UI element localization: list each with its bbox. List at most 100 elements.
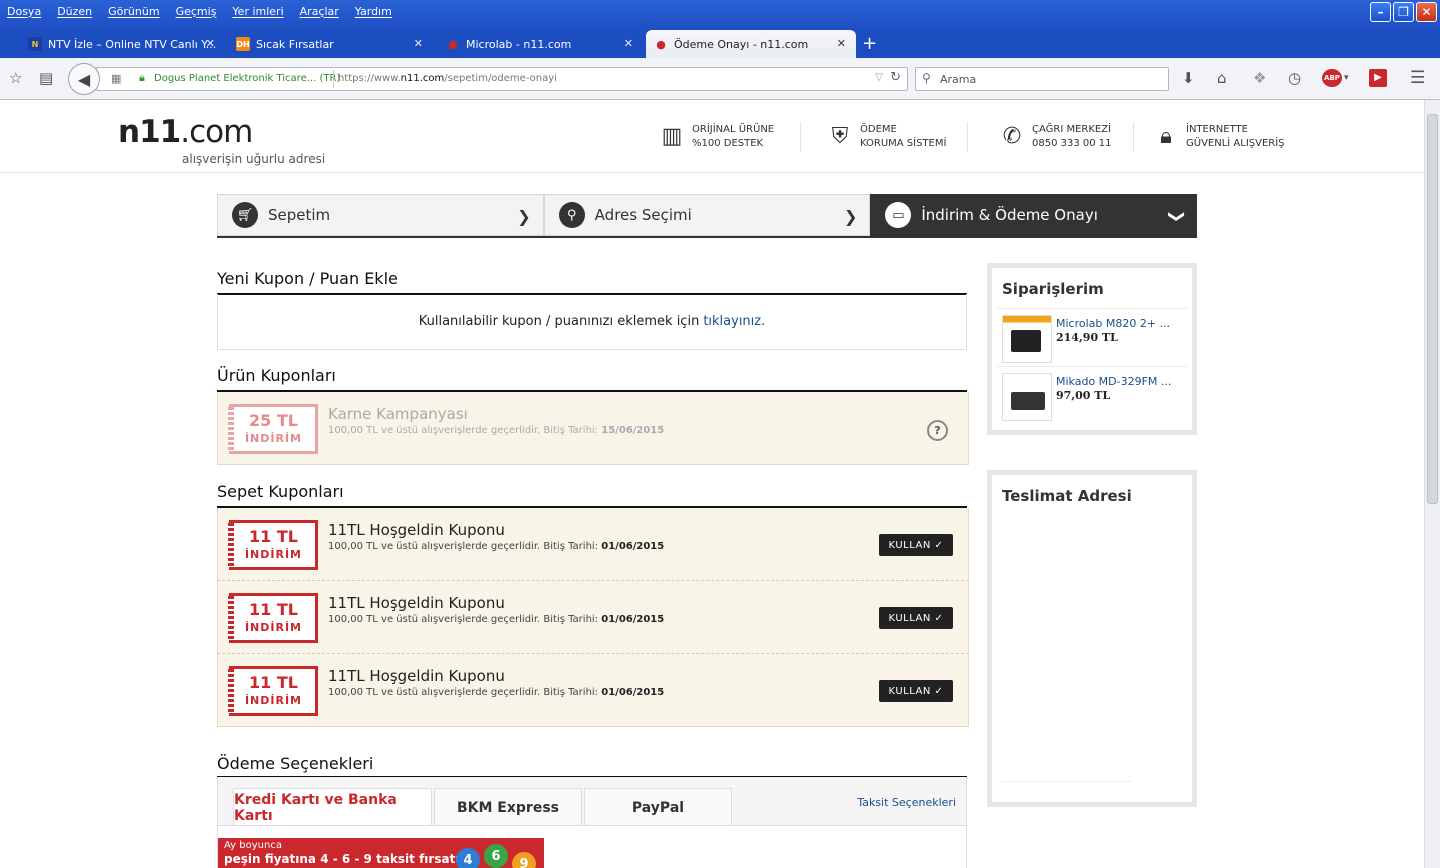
order-price: 97,00 TL <box>1056 389 1111 402</box>
close-window-button[interactable]: ✕ <box>1416 2 1437 22</box>
tab-microlab[interactable]: ● Microlab - n11.com ✕ <box>438 30 643 58</box>
coupon-desc-text: 100,00 TL ve üstü alışverişlerde geçerli… <box>328 541 599 552</box>
kullan-button[interactable]: KULLAN ✓ <box>879 680 953 702</box>
close-tab-icon[interactable]: ✕ <box>837 37 846 50</box>
ladybug-favicon-icon: ● <box>448 37 458 51</box>
order-item[interactable]: Microlab M820 2+ ... 214,90 TL <box>997 308 1187 366</box>
search-input[interactable]: ⚲ Arama <box>915 67 1169 91</box>
menu-yer-imleri[interactable]: Yer imleri <box>232 5 283 18</box>
menu-gecmis[interactable]: Geçmiş <box>176 5 217 18</box>
order-product-name[interactable]: Mikado MD-329FM ... <box>1056 375 1171 388</box>
reload-icon[interactable]: ↻ <box>890 70 901 85</box>
lock-secure-icon: 🔒︎ <box>139 71 145 84</box>
history-clock-icon[interactable]: ◷ <box>1288 68 1301 88</box>
add-coupon-link[interactable]: tıklayınız. <box>703 314 765 329</box>
hamburger-menu-icon[interactable]: ☰ <box>1410 68 1425 88</box>
orders-panel: Siparişlerim Microlab M820 2+ ... 214,90… <box>987 263 1197 435</box>
section-title-cart-coupons: Sepet Kuponları <box>217 482 344 501</box>
restore-button[interactable]: ❐ <box>1393 2 1414 22</box>
checkout-steps: 🛒︎ Sepetim ❯ ⚲ Adres Seçimi ❯ ▭ İndirim … <box>217 194 1198 238</box>
tab-odeme-onayi[interactable]: ● Ödeme Onayı - n11.com ✕ <box>646 30 856 58</box>
home-icon[interactable]: ⌂ <box>1217 68 1227 88</box>
tab-bkm-express[interactable]: BKM Express <box>434 788 582 826</box>
menu-duzen[interactable]: Düzen <box>57 5 92 18</box>
order-product-name[interactable]: Microlab M820 2+ ... <box>1056 317 1170 330</box>
site-identity[interactable]: Dogus Planet Elektronik Ticare... (TR) <box>154 73 340 84</box>
adblock-icon[interactable]: ABP <box>1322 69 1342 87</box>
shield-icon: ⛨ <box>831 124 849 149</box>
extension-icon[interactable]: ❖ <box>1253 68 1266 88</box>
dropdown-arrow-icon[interactable]: ▽ <box>875 72 883 83</box>
close-tab-icon[interactable]: ✕ <box>624 37 633 50</box>
tab-sicak-firsatlar[interactable]: DH Sıcak Fırsatlar ✕ <box>228 30 433 58</box>
close-tab-icon[interactable]: ✕ <box>206 37 215 50</box>
bookmark-star-icon[interactable]: ☆ <box>9 68 22 88</box>
speaker-image <box>1011 392 1045 410</box>
download-icon[interactable]: ⬇ <box>1182 68 1195 88</box>
barcode-icon: ▥ <box>661 124 683 149</box>
cart-coupon-row: 11 TL İNDİRİM 11TL Hoşgeldin Kuponu 100,… <box>217 654 969 727</box>
url-text[interactable]: https://www.n11.com/sepetim/odeme-onayi <box>338 73 557 84</box>
coupon-name: 11TL Hoşgeldin Kuponu <box>328 521 505 539</box>
tab-kredi-karti[interactable]: Kredi Kartı ve Banka Kartı <box>233 788 432 826</box>
page-info-icon[interactable]: ▦ <box>111 72 121 85</box>
kullan-button[interactable]: KULLAN ✓ <box>879 534 953 556</box>
header-item-callcenter: ✆ ÇAĞRI MERKEZİ 0850 333 00 11 <box>1000 123 1112 151</box>
tab-title: Ödeme Onayı - n11.com <box>674 37 809 51</box>
menu-gorunum[interactable]: Görünüm <box>108 5 159 18</box>
menu-dosya[interactable]: Dosya <box>7 5 41 18</box>
step-indirim-odeme[interactable]: ▭ İndirim & Ödeme Onayı ❯ <box>870 194 1198 236</box>
vertical-scrollbar[interactable] <box>1424 100 1440 868</box>
lock-icon: 🔒︎ <box>1160 124 1172 149</box>
step-adres-secimi[interactable]: ⚲ Adres Seçimi ❯ <box>543 194 871 236</box>
youtube-extension-icon[interactable]: ▶ <box>1369 69 1387 87</box>
n11-logo[interactable]: n11.com <box>118 114 253 150</box>
back-arrow-icon[interactable]: ◀ <box>68 63 100 95</box>
address-divider <box>1002 781 1132 782</box>
tab-ntv[interactable]: N NTV İzle – Online NTV Canlı Y... ✕ <box>20 30 225 58</box>
scrollbar-thumb[interactable] <box>1427 114 1438 504</box>
coupon-name: 11TL Hoşgeldin Kuponu <box>328 594 505 612</box>
check-icon: ✓ <box>934 612 944 624</box>
tab-paypal[interactable]: PayPal <box>584 788 732 826</box>
header-line2: 0850 333 00 11 <box>1032 138 1112 149</box>
kullan-label: KULLAN <box>888 612 931 624</box>
coupon-desc-text: 100,00 TL ve üstü alışverişlerde geçerli… <box>328 425 599 436</box>
step-sepetim[interactable]: 🛒︎ Sepetim ❯ <box>217 194 544 236</box>
url-domain: n11.com <box>400 73 445 84</box>
header-line2: KORUMA SİSTEMİ <box>860 138 947 149</box>
minimize-button[interactable]: – <box>1370 2 1391 22</box>
coupon-badge: İNDİRİM <box>244 548 303 561</box>
coupon-date: 01/06/2015 <box>601 687 665 698</box>
menu-yardim[interactable]: Yardım <box>355 5 392 18</box>
speaker-image <box>1011 330 1041 352</box>
coupon-desc: 100,00 TL ve üstü alışverişlerde geçerli… <box>328 687 664 698</box>
product-thumbnail <box>1002 373 1052 421</box>
url-path: /sepetim/odeme-onayi <box>444 73 557 84</box>
taksit-banner[interactable]: Ay boyunca peşin fiyatına 4 - 6 - 9 taks… <box>218 838 544 868</box>
reading-list-icon[interactable]: ▤ <box>39 68 53 88</box>
menu-araclar[interactable]: Araçlar <box>300 5 339 18</box>
header-item-payment: ⛨ ÖDEME KORUMA SİSTEMİ <box>828 123 947 151</box>
header-line2: %100 DESTEK <box>692 138 764 149</box>
header-line1: ORİJİNAL ÜRÜNE <box>692 124 775 135</box>
coupon-ticket: 11 TL İNDİRİM <box>228 666 318 716</box>
help-question-icon[interactable]: ? <box>927 420 948 441</box>
coupon-desc-text: 100,00 TL ve üstü alışverişlerde geçerli… <box>328 687 599 698</box>
address-title: Teslimat Adresi <box>1002 487 1132 505</box>
section-title-new-coupon: Yeni Kupon / Puan Ekle <box>217 269 398 288</box>
coupon-date: 15/06/2015 <box>601 425 665 436</box>
adblock-dropdown-icon[interactable]: ▾ <box>1344 68 1349 88</box>
navigation-bar: ☆ ▤ ◀ ▦ 🔒︎ Dogus Planet Elektronik Ticar… <box>0 58 1440 100</box>
order-item[interactable]: Mikado MD-329FM ... 97,00 TL <box>997 366 1187 424</box>
kullan-button[interactable]: KULLAN ✓ <box>879 607 953 629</box>
chevron-down-icon: ❯ <box>1167 209 1187 224</box>
url-bar[interactable]: ▦ 🔒︎ Dogus Planet Elektronik Ticare... (… <box>96 67 908 91</box>
product-thumbnail <box>1002 315 1052 363</box>
taksit-secenekleri-link[interactable]: Taksit Seçenekleri <box>857 796 956 809</box>
coupon-name: 11TL Hoşgeldin Kuponu <box>328 667 505 685</box>
new-tab-plus-icon[interactable]: + <box>862 32 877 56</box>
installment-ball: 9 <box>512 852 536 868</box>
close-tab-icon[interactable]: ✕ <box>414 37 423 50</box>
page-content: n11.com alışverişin uğurlu adresi ▥ ORİJ… <box>0 100 1424 868</box>
